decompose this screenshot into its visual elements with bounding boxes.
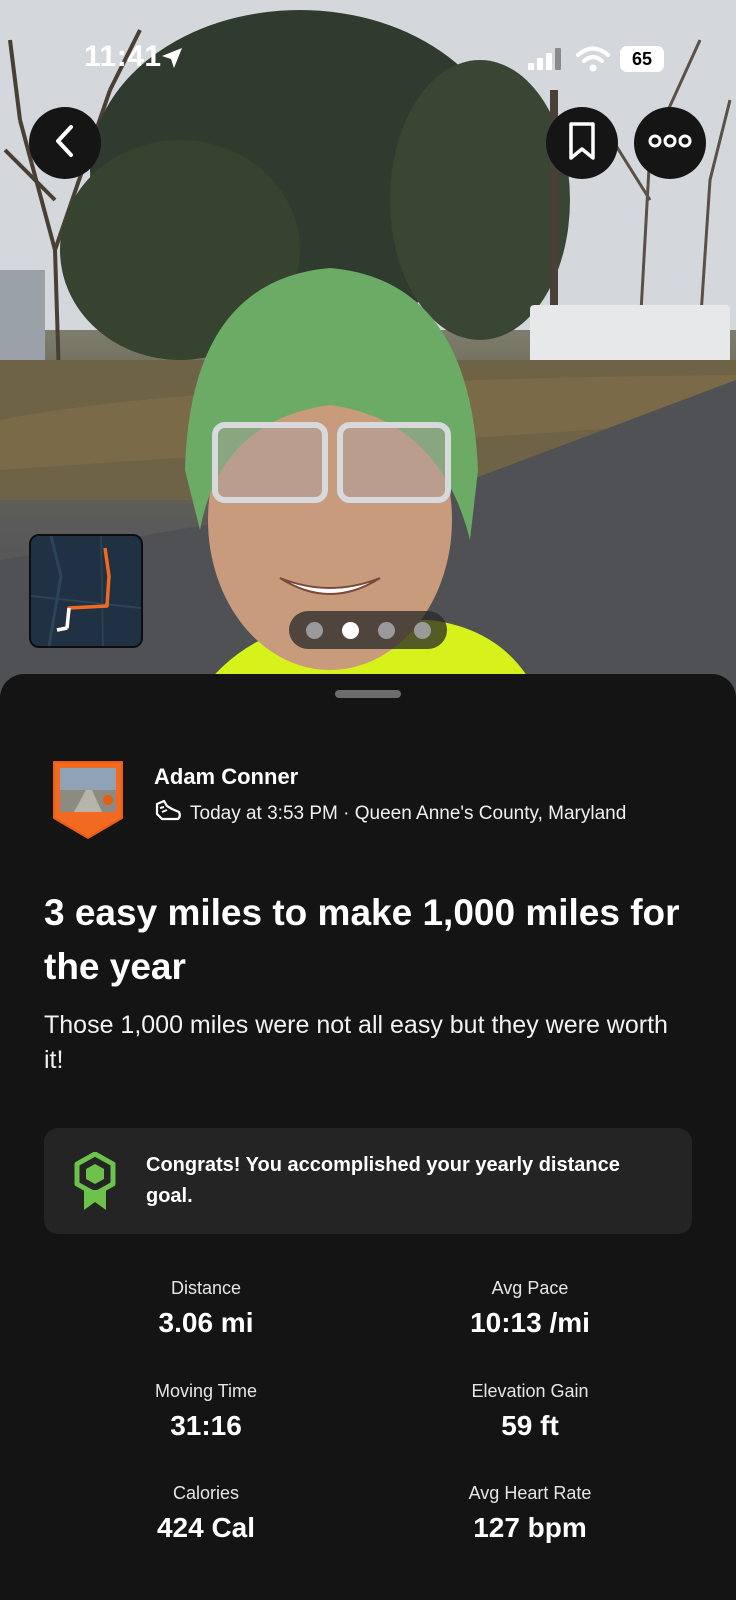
running-shoe-icon <box>154 798 182 829</box>
stat-label: Calories <box>172 1483 240 1503</box>
battery-icon: 65 <box>620 46 664 72</box>
badge-icon <box>74 1151 116 1217</box>
bookmark-button[interactable] <box>546 107 618 179</box>
activity-photo[interactable]: 11:41 65 <box>0 0 736 700</box>
activity-meta-text: Today at 3:53 PM · Queen Anne's County, … <box>190 802 627 824</box>
stat-label: Avg Heart Rate <box>468 1483 592 1503</box>
status-bar: 11:41 65 <box>0 0 736 110</box>
stat-distance: Distance 3.06 mi <box>56 1278 356 1339</box>
stat-label: Distance <box>170 1278 242 1298</box>
activity-description: Those 1,000 miles were not all easy but … <box>44 1011 668 1074</box>
activity-details-sheet: Adam Conner Today at 3:53 PM · Queen Ann… <box>0 674 736 1600</box>
back-button[interactable] <box>29 107 101 179</box>
athlete-name[interactable]: Adam Conner <box>154 764 298 790</box>
activity-meta: Today at 3:53 PM · Queen Anne's County, … <box>154 798 626 829</box>
chevron-left-icon <box>50 123 80 164</box>
stat-label: Avg Pace <box>491 1278 569 1298</box>
athlete-header[interactable]: Adam Conner Today at 3:53 PM · Queen Ann… <box>50 758 700 848</box>
stat-avg-pace: Avg Pace 10:13 /mi <box>380 1278 680 1339</box>
stat-value: 59 ft <box>501 1410 559 1441</box>
activity-title: 3 easy miles to make 1,000 miles for the… <box>44 892 680 987</box>
bookmark-icon <box>566 121 598 166</box>
page-dot[interactable] <box>377 621 395 639</box>
stat-moving-time: Moving Time 31:16 <box>56 1381 356 1442</box>
stat-value: 3.06 mi <box>158 1307 254 1338</box>
cellular-signal-icon <box>528 48 564 75</box>
stat-calories: Calories 424 Cal <box>56 1483 356 1544</box>
wifi-icon <box>576 46 610 77</box>
carousel-page-indicator[interactable] <box>289 611 447 649</box>
sheet-drag-handle[interactable] <box>335 690 401 698</box>
stat-elevation-gain: Elevation Gain 59 ft <box>380 1381 680 1442</box>
goal-message: Congrats! You accomplished your yearly d… <box>146 1154 620 1207</box>
stat-value: 31:16 <box>170 1410 242 1441</box>
ellipsis-icon <box>648 134 692 153</box>
goal-achievement-card[interactable]: Congrats! You accomplished your yearly d… <box>44 1128 692 1234</box>
stat-label: Moving Time <box>154 1381 258 1401</box>
page-dot-active[interactable] <box>341 621 359 639</box>
stat-value: 127 bpm <box>473 1512 587 1543</box>
avatar[interactable] <box>50 758 126 847</box>
stat-value: 424 Cal <box>156 1512 256 1543</box>
page-dot[interactable] <box>413 621 431 639</box>
stat-label: Elevation Gain <box>471 1381 589 1401</box>
route-map-thumbnail[interactable] <box>29 534 143 648</box>
location-arrow-icon <box>160 46 184 75</box>
page-dot[interactable] <box>305 621 323 639</box>
stat-avg-heart-rate: Avg Heart Rate 127 bpm <box>380 1483 680 1544</box>
stat-value: 10:13 /mi <box>470 1307 590 1338</box>
more-options-button[interactable] <box>634 107 706 179</box>
status-time: 11:41 <box>84 40 162 73</box>
